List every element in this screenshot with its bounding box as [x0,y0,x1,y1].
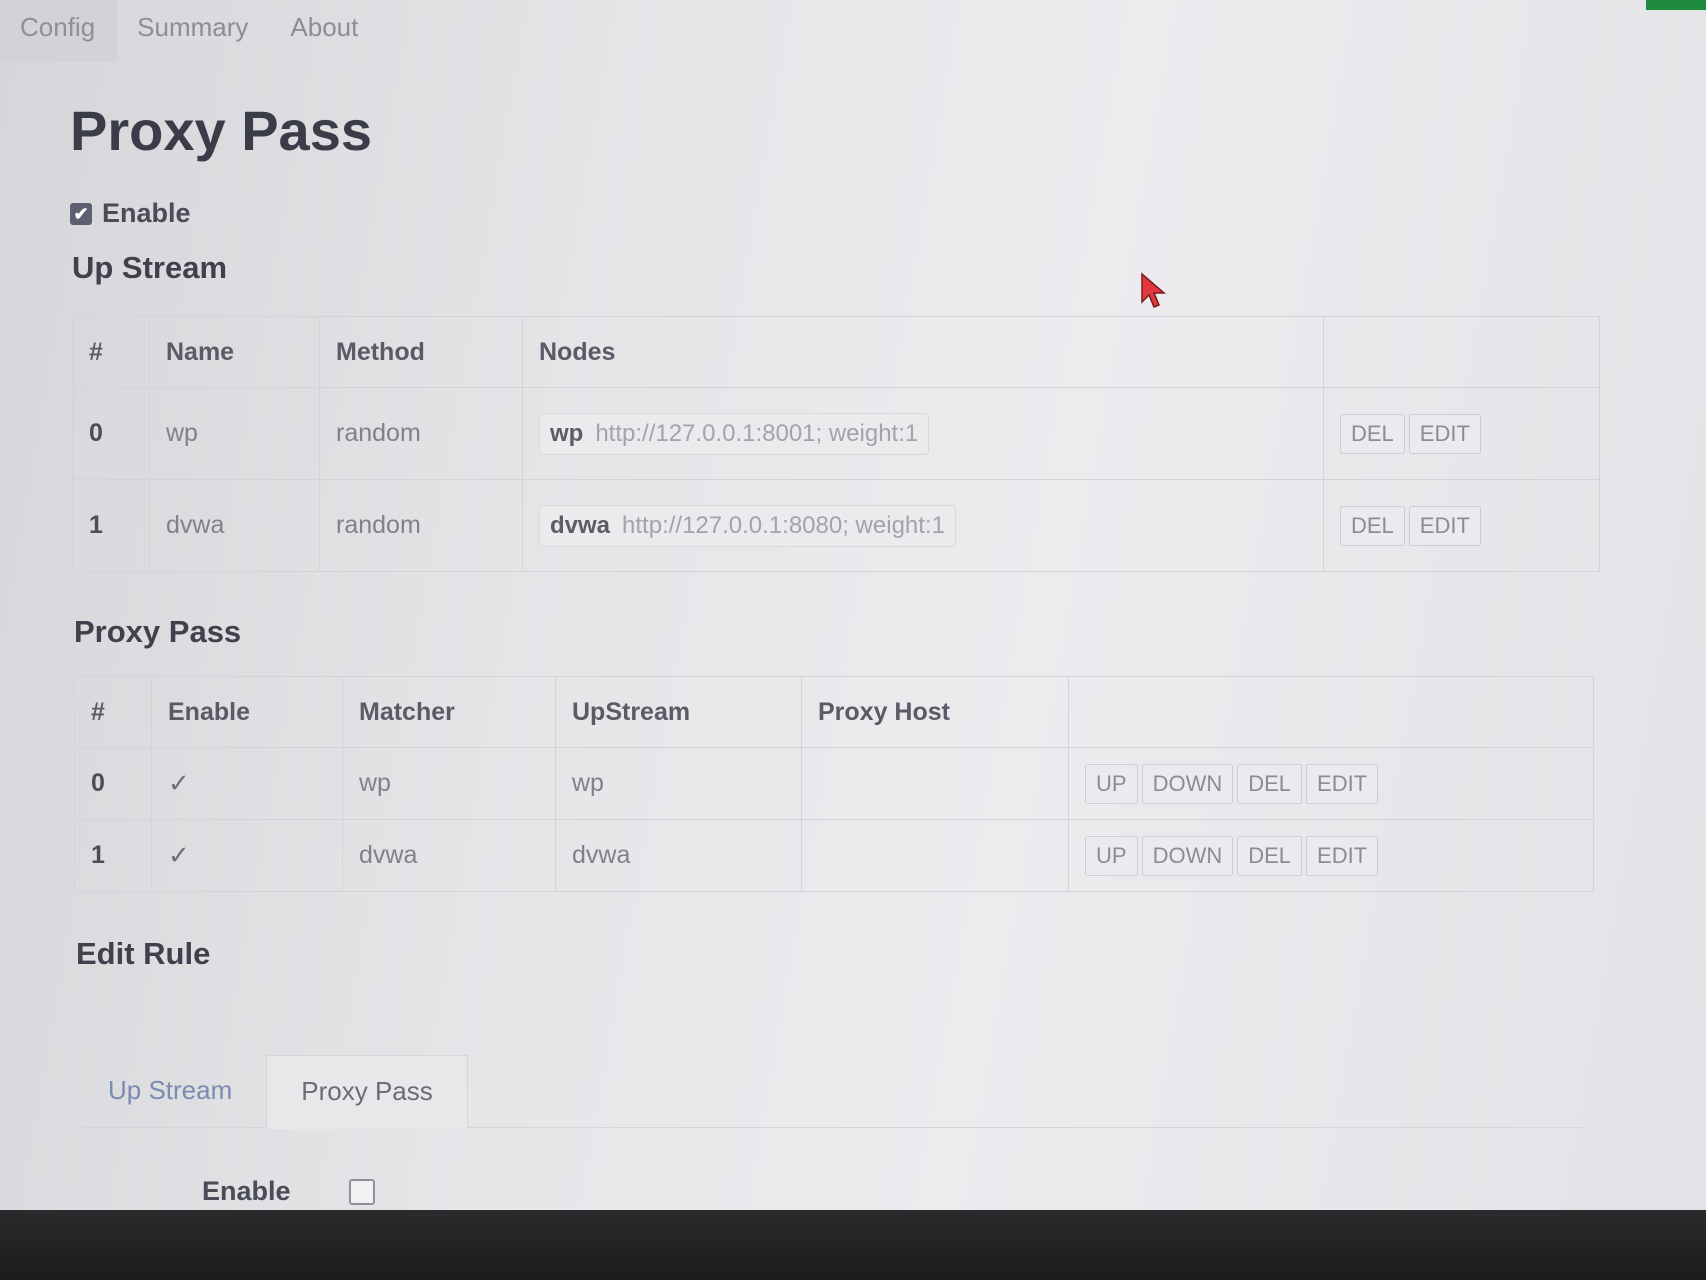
edit-button[interactable]: EDIT [1306,835,1379,876]
node-name: wp [550,419,584,447]
up-button[interactable]: UP [1085,763,1138,804]
row-upstream: wp [555,747,802,820]
window-edge-accent [1646,0,1706,10]
col-proxy-host: Proxy Host [801,676,1069,748]
down-button[interactable]: DOWN [1141,763,1234,804]
node-tag: dvwa http://127.0.0.1:8080; weight:1 [539,504,956,547]
edit-button[interactable]: EDIT [1408,505,1481,546]
col-method: Method [319,316,523,388]
row-matcher: wp [342,747,556,820]
table-row: 1 dvwa random dvwa http://127.0.0.1:8080;… [72,479,1600,572]
row-actions: UP DOWN DEL EDIT [1068,819,1594,892]
checkbox-icon[interactable] [348,1178,375,1205]
node-tag: wp http://127.0.0.1:8001; weight:1 [539,412,930,455]
row-enabled: ✓ [151,747,343,820]
page-title: Proxy Pass [70,99,372,162]
edit-button[interactable]: EDIT [1408,413,1481,454]
row-enabled: ✓ [151,819,343,892]
edit-button[interactable]: EDIT [1306,763,1379,804]
col-actions [1068,676,1594,748]
nav-tab-summary[interactable]: Summary [117,0,270,62]
tab-proxy-pass[interactable]: Proxy Pass [266,1055,468,1129]
upstream-name: wp [149,387,320,480]
nav-tab-config[interactable]: Config [0,0,118,62]
row-matcher: dvwa [342,819,556,892]
table-row: 1 ✓ dvwa dvwa UP DOWN DEL EDIT [74,819,1594,892]
row-upstream: dvwa [555,819,802,892]
proxypass-header-row: # Enable Matcher UpStream Proxy Host [74,676,1594,748]
col-enable: Enable [151,676,343,748]
check-mark-icon: ✓ [168,768,190,798]
edit-rule-title: Edit Rule [76,936,211,971]
upstream-table: # Name Method Nodes 0 wp random wp http:/… [72,316,1600,572]
col-index: # [72,316,150,388]
row-actions: DEL EDIT [1323,479,1600,572]
col-actions [1323,316,1600,388]
upstream-header-row: # Name Method Nodes [72,316,1600,388]
up-button[interactable]: UP [1085,835,1138,876]
browser-screen: Config Summary About Proxy Pass ✔ Enable… [0,0,1706,1210]
node-detail: http://127.0.0.1:8080; weight:1 [622,511,945,539]
edit-rule-tabs: Up Stream Proxy Pass [74,1055,1584,1129]
upstream-section-title: Up Stream [72,250,228,285]
row-index: 0 [74,747,152,820]
row-proxy-host [801,747,1069,820]
del-button[interactable]: DEL [1237,835,1303,876]
table-row: 0 wp random wp http://127.0.0.1:8001; wei… [72,387,1600,480]
col-name: Name [149,316,320,388]
del-button[interactable]: DEL [1340,505,1405,546]
proxypass-section-title: Proxy Pass [74,614,242,649]
enable-toggle[interactable]: ✔ Enable [70,198,191,229]
checkbox-checked-icon[interactable]: ✔ [70,202,92,225]
upstream-method: random [319,387,523,480]
upstream-nodes: dvwa http://127.0.0.1:8080; weight:1 [522,479,1324,572]
check-mark-icon: ✓ [168,840,190,870]
col-nodes: Nodes [522,316,1324,388]
del-button[interactable]: DEL [1237,763,1303,804]
del-button[interactable]: DEL [1340,413,1405,454]
row-actions: DEL EDIT [1323,387,1600,480]
row-proxy-host [801,819,1069,892]
mouse-pointer-icon [1141,272,1167,308]
proxypass-table: # Enable Matcher UpStream Proxy Host 0 ✓… [74,676,1594,892]
nav-tab-about[interactable]: About [270,0,380,62]
col-index: # [74,676,152,748]
row-actions: UP DOWN DEL EDIT [1068,747,1594,820]
row-index: 1 [74,819,152,892]
tab-up-stream[interactable]: Up Stream [74,1055,266,1127]
col-matcher: Matcher [342,676,556,748]
row-index: 1 [72,479,150,572]
upstream-nodes: wp http://127.0.0.1:8001; weight:1 [522,387,1324,480]
top-nav: Config Summary About [0,0,380,62]
upstream-method: random [319,479,523,572]
node-detail: http://127.0.0.1:8001; weight:1 [595,419,919,447]
col-upstream: UpStream [555,676,802,748]
down-button[interactable]: DOWN [1141,835,1234,876]
row-index: 0 [72,387,150,480]
edit-enable-field: Enable [202,1176,375,1207]
edit-enable-label: Enable [202,1176,291,1206]
upstream-name: dvwa [149,479,320,572]
node-name: dvwa [550,511,611,539]
monitor-bezel [0,1210,1706,1280]
table-row: 0 ✓ wp wp UP DOWN DEL EDIT [74,747,1594,820]
enable-label: Enable [102,198,191,228]
